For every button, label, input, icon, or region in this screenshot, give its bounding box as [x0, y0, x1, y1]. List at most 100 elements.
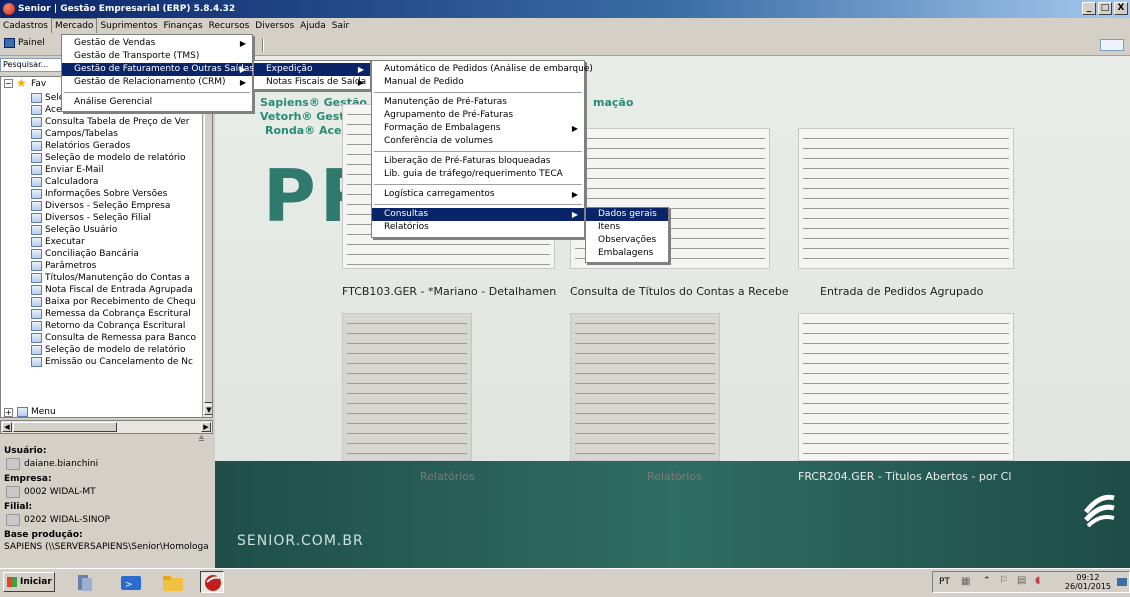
menu-separator — [64, 92, 250, 93]
tree-item[interactable]: Relatórios Gerados — [45, 140, 130, 152]
tree-item[interactable]: Calculadora — [45, 176, 98, 188]
tree-item[interactable]: Consulta Tabela de Preço de Ver — [45, 116, 189, 128]
folder-icon[interactable] — [160, 571, 184, 593]
show-desktop-icon[interactable] — [1117, 578, 1127, 586]
tree-item[interactable]: Parâmetros — [45, 260, 96, 272]
menu-item-logistica-carregamentos[interactable]: Logística carregamentos ▶ — [372, 188, 584, 201]
restore-panel-icon[interactable] — [1100, 39, 1124, 51]
scrollbar-thumb[interactable] — [204, 77, 212, 403]
tree-item[interactable]: Seleção de modelo de relatório — [45, 344, 186, 356]
tree-item[interactable]: Enviar E-Mail — [45, 164, 104, 176]
thumb-line — [803, 450, 1009, 454]
thumb-label-3[interactable]: Entrada de Pedidos Agrupado — [820, 285, 983, 298]
thumb-label-6[interactable]: FRCR204.GER - Títulos Abertos - por Cl — [798, 470, 1011, 483]
favorites-root-label[interactable]: Fav — [31, 79, 46, 90]
hscroll-thumb[interactable] — [13, 422, 117, 432]
menu-item-gestao-vendas[interactable]: Gestão de Vendas ▶ — [62, 37, 252, 50]
menu-item-dados-gerais[interactable]: Dados gerais — [586, 208, 668, 221]
tree-item[interactable]: Diversos - Seleção Filial — [45, 212, 151, 224]
powershell-icon[interactable]: > — [118, 571, 142, 593]
tree-horizontal-scrollbar[interactable]: ◀ ▶ — [0, 420, 213, 434]
menu-item-formacao-embalagens[interactable]: Formação de Embalagens ▶ — [372, 122, 584, 135]
expand-toggle-icon[interactable]: + — [4, 408, 13, 417]
tree-item[interactable]: Informações Sobre Versões — [45, 188, 167, 200]
collapse-info-icon[interactable]: ≚ — [198, 436, 209, 445]
menu-cadastros[interactable]: Cadastros — [0, 18, 51, 34]
maximize-button[interactable]: □ — [1098, 2, 1112, 15]
tree-item[interactable]: Diversos - Seleção Empresa — [45, 200, 170, 212]
menu-item-gestao-faturamento[interactable]: Gestão de Faturamento e Outras Saídas ▶ — [62, 63, 254, 76]
thumb-line — [575, 155, 765, 159]
menu-sair[interactable]: Sair — [329, 18, 352, 34]
scroll-right-icon[interactable]: ▶ — [201, 422, 211, 432]
tree-item[interactable]: Campos/Tabelas — [45, 128, 118, 140]
thumb-label-5[interactable]: Relatórios — [647, 470, 702, 483]
tree-item-icon — [31, 273, 42, 283]
search-input[interactable]: Pesquisar... — [0, 58, 62, 72]
thumb-line — [803, 165, 1009, 169]
collapse-toggle-icon[interactable]: − — [4, 79, 13, 88]
menu-item-analise-gerencial[interactable]: Análise Gerencial — [62, 96, 252, 109]
menu-item-notas-fiscais-saida[interactable]: Notas Fiscais de Saída ▶ — [254, 76, 370, 89]
menu-financas[interactable]: Finanças — [161, 18, 206, 34]
menu-diversos[interactable]: Diversos — [252, 18, 297, 34]
tree-item[interactable]: Seleção de modelo de relatório — [45, 152, 186, 164]
scroll-down-icon[interactable]: ▼ — [204, 405, 212, 415]
menu-item-lib-guia-trafego[interactable]: Lib. guia de tráfego/requerimento TECA — [372, 168, 584, 181]
server-manager-icon[interactable] — [72, 571, 96, 593]
tree-item[interactable]: Conciliação Bancária — [45, 248, 139, 260]
menu-mercado[interactable]: Mercado — [50, 18, 98, 33]
thumbnail-relatorios-1[interactable] — [342, 313, 472, 461]
flag-tray-icon[interactable]: ⚐ — [999, 575, 1008, 586]
menu-recursos[interactable]: Recursos — [206, 18, 253, 34]
menu-item-itens[interactable]: Itens — [586, 221, 668, 234]
thumbnail-pedidos-agrupado[interactable] — [798, 128, 1014, 269]
menu-item-automatico-pedidos[interactable]: Automático de Pedidos (Análise de embarq… — [372, 63, 593, 76]
thumb-label-1[interactable]: FTCB103.GER - *Mariano - Detalhamen — [342, 285, 556, 298]
minimize-button[interactable]: _ — [1082, 2, 1096, 15]
tree-item[interactable]: Executar — [45, 236, 85, 248]
thumb-label-4[interactable]: Relatórios — [420, 470, 475, 483]
menu-ajuda[interactable]: Ajuda — [297, 18, 329, 34]
menu-item-gestao-relacionamento[interactable]: Gestão de Relacionamento (CRM) ▶ — [62, 76, 252, 89]
menu-suprimentos[interactable]: Suprimentos — [97, 18, 160, 34]
start-button[interactable]: Iniciar — [3, 572, 55, 592]
thumbnail-relatorios-2[interactable] — [570, 313, 720, 461]
senior-app-taskbar-icon[interactable] — [200, 571, 224, 593]
keyboard-icon[interactable]: ▦ — [961, 576, 970, 587]
close-button[interactable]: X — [1114, 2, 1128, 15]
tree-menu-node[interactable]: Menu — [31, 406, 56, 417]
menu-item-embalagens[interactable]: Embalagens — [586, 247, 668, 260]
network-icon[interactable]: ▤ — [1017, 575, 1026, 586]
menu-item-observacoes[interactable]: Observações — [586, 234, 668, 247]
menu-item-agrupamento-pre-faturas[interactable]: Agrupamento de Pré-Faturas — [372, 109, 584, 122]
tree-vertical-scrollbar[interactable]: ▼ — [202, 77, 212, 417]
menu-item-expedicao[interactable]: Expedição ▶ — [254, 63, 370, 76]
painel-label: Painel — [18, 38, 45, 48]
tree-item[interactable]: Retorno da Cobrança Escritural — [45, 320, 185, 332]
tray-expand-icon[interactable]: ⌃ — [983, 576, 991, 586]
thumbnail-frcr204[interactable] — [798, 313, 1014, 461]
clock[interactable]: 09:12 26/01/2015 — [1065, 573, 1111, 591]
menu-item-relatorios[interactable]: Relatórios — [372, 221, 584, 234]
tree-item[interactable]: Nota Fiscal de Entrada Agrupada — [45, 284, 193, 296]
menubar: Cadastros Mercado Suprimentos Finanças Recur… — [0, 18, 1130, 34]
tree-item[interactable]: Emissão ou Cancelamento de Nc — [45, 356, 193, 368]
favorites-tree: − ★ Fav Seleção UsuárioAcesso rápidoCons… — [0, 76, 213, 418]
tree-item[interactable]: Baixa por Recebimento de Chequ — [45, 296, 196, 308]
volume-icon[interactable]: ◖ — [1035, 575, 1040, 586]
menu-item-manutencao-pre-faturas[interactable]: Manutenção de Pré-Faturas — [372, 96, 584, 109]
tree-item[interactable]: Consulta de Remessa para Banco — [45, 332, 196, 344]
scroll-left-icon[interactable]: ◀ — [2, 422, 12, 432]
thumb-label-2[interactable]: Consulta de Títulos do Contas a Recebe — [570, 285, 789, 298]
tree-item[interactable]: Remessa da Cobrança Escritural — [45, 308, 191, 320]
tree-item[interactable]: Seleção Usuário — [45, 224, 117, 236]
painel-button[interactable]: Painel — [4, 36, 45, 52]
menu-item-conferencia-volumes[interactable]: Conferência de volumes — [372, 135, 584, 148]
tree-item[interactable]: Títulos/Manutenção do Contas a — [45, 272, 190, 284]
menu-item-consultas[interactable]: Consultas ▶ — [372, 208, 584, 221]
menu-item-manual-pedido[interactable]: Manual de Pedido — [372, 76, 584, 89]
menu-item-gestao-transporte[interactable]: Gestão de Transporte (TMS) — [62, 50, 252, 63]
menu-item-liberacao-pre-faturas[interactable]: Liberação de Pré-Faturas bloqueadas — [372, 155, 584, 168]
language-indicator[interactable]: PT — [939, 577, 950, 587]
